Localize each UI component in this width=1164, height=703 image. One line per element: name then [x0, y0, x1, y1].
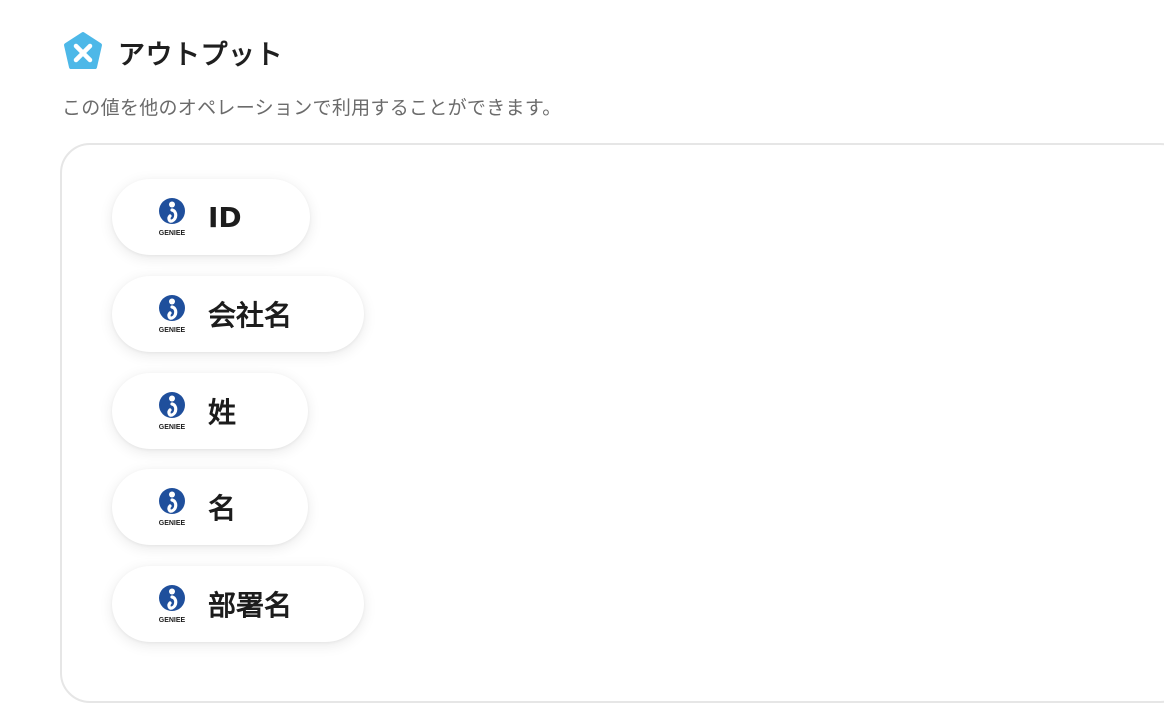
svg-text:GENIEE: GENIEE: [159, 424, 186, 431]
output-chip-first-name[interactable]: GENIEE 名: [112, 469, 308, 545]
geniee-logo-icon: GENIEE: [159, 488, 186, 527]
section-description: この値を他のオペレーションで利用することができます。: [62, 97, 562, 119]
output-chip-id[interactable]: GENIEE ID: [112, 179, 310, 255]
geniee-logo-icon: GENIEE: [159, 392, 186, 431]
output-chip-company-name[interactable]: GENIEE 会社名: [112, 276, 364, 352]
section-title: アウトプット: [118, 39, 283, 71]
x-pentagon-icon: [64, 32, 102, 69]
svg-text:GENIEE: GENIEE: [159, 327, 186, 334]
geniee-logo-icon: GENIEE: [159, 295, 186, 334]
geniee-logo-icon: GENIEE: [159, 585, 186, 624]
output-chip-label: 姓: [208, 396, 237, 429]
svg-text:GENIEE: GENIEE: [159, 520, 186, 527]
svg-text:GENIEE: GENIEE: [159, 230, 186, 237]
output-chip-department-name[interactable]: GENIEE 部署名: [112, 566, 364, 642]
svg-text:GENIEE: GENIEE: [159, 617, 186, 624]
output-chip-label: 名: [208, 492, 237, 525]
output-chip-last-name[interactable]: GENIEE 姓: [112, 373, 308, 449]
output-chip-label: 会社名: [208, 299, 293, 332]
geniee-logo-icon: GENIEE: [159, 198, 186, 237]
output-chip-label: 部署名: [208, 589, 293, 622]
output-chip-label: ID: [208, 200, 242, 234]
section-header: アウトプット: [62, 32, 283, 72]
